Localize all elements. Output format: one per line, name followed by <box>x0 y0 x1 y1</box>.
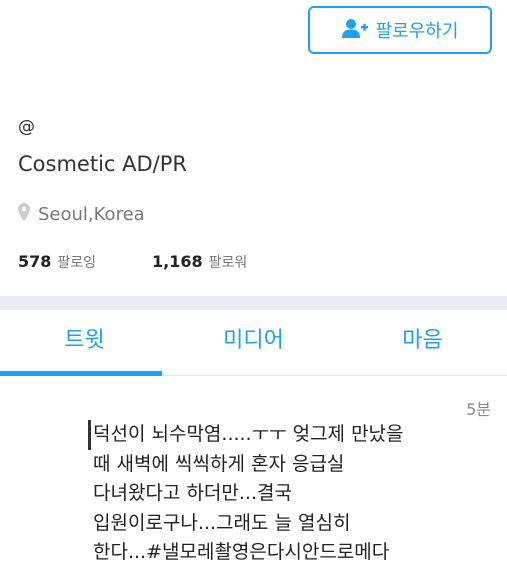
profile-bio: Cosmetic AD/PR <box>18 152 187 176</box>
tweet-line: 한다...#낼모레촬영은다시안드로메다 <box>93 541 390 563</box>
follow-button-label: 팔로우하기 <box>375 21 459 42</box>
tweet-line: 다녀왔다고 하더만...결국 <box>93 482 292 504</box>
following-count: 578 <box>18 252 52 271</box>
tweet-line: 때 새벽에 씩씩하게 혼자 응급실 <box>93 452 345 475</box>
tab-likes[interactable]: 마음 <box>338 310 507 375</box>
followers-count: 1,168 <box>152 252 203 271</box>
following-label: 팔로잉 <box>57 255 97 271</box>
tweet-marker <box>88 420 91 450</box>
tweet-line: 입원이로구나...그래도 늘 열심히 <box>93 511 351 534</box>
tweet-text: 덕선이 뇌수막염.....ㅜㅜ 엊그제 만났을 때 새벽에 씩씩하게 혼자 응급… <box>93 420 493 568</box>
follow-button[interactable]: 팔로우하기 <box>308 6 492 54</box>
section-divider <box>0 296 507 310</box>
profile-tabs: 트윗 미디어 마음 <box>0 310 507 376</box>
location-text: Seoul,Korea <box>38 204 145 225</box>
tab-tweets[interactable]: 트윗 <box>0 310 169 376</box>
tweet-timestamp: 5분 <box>466 400 491 419</box>
profile-handle: @ <box>18 117 35 137</box>
followers-stat[interactable]: 1,168 팔로워 <box>152 252 247 272</box>
add-person-icon <box>341 18 376 43</box>
tweet-item[interactable]: 5분 덕선이 뇌수막염.....ㅜㅜ 엊그제 만났을 때 새벽에 씩씩하게 혼자… <box>0 376 507 578</box>
tweet-line: 덕선이 뇌수막염.....ㅜㅜ 엊그제 만났을 <box>93 423 404 445</box>
profile-location: Seoul,Korea <box>18 203 145 226</box>
following-stat[interactable]: 578 팔로잉 <box>18 252 96 272</box>
profile-stats: 578 팔로잉 1,168 팔로워 <box>18 252 303 272</box>
followers-label: 팔로워 <box>208 255 248 271</box>
map-pin-icon <box>18 203 38 226</box>
tab-media[interactable]: 미디어 <box>169 310 338 375</box>
